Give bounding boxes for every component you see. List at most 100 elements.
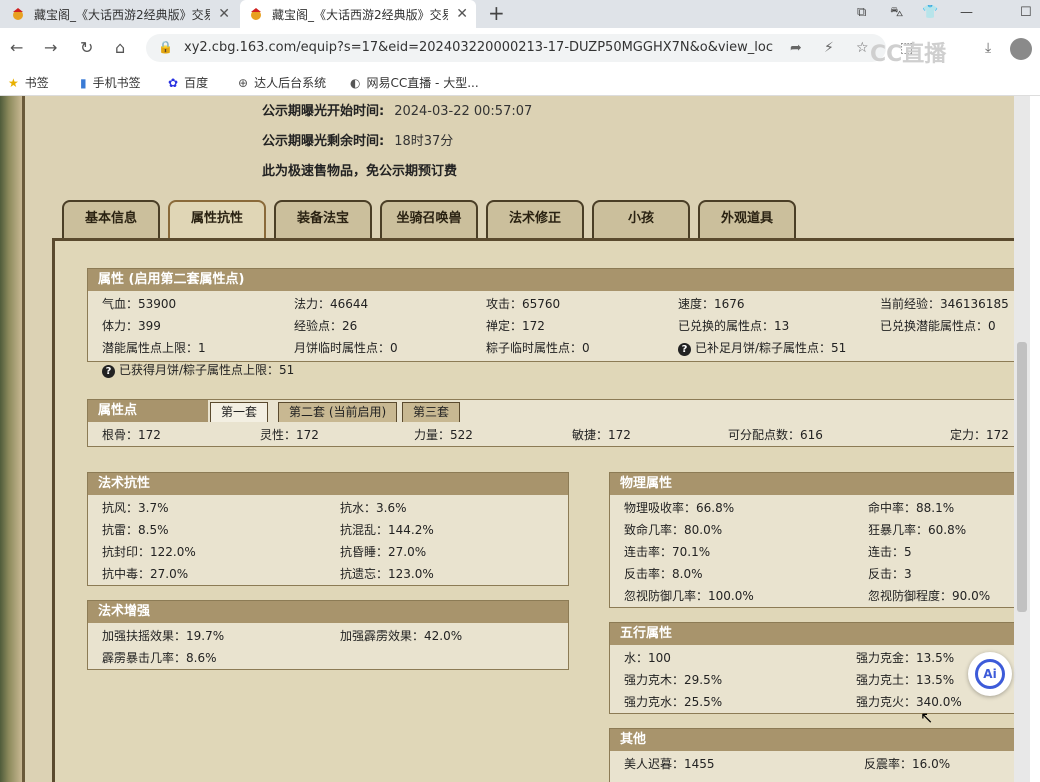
elements-section: 五行属性 水：100 强力克金：13.5% 强力克木：29.5% 强力克土：13.5… xyxy=(609,622,1017,714)
help-icon[interactable]: ? xyxy=(102,365,115,378)
tab-appearance[interactable]: 外观道具 xyxy=(698,200,796,238)
point-unallocated: 可分配点数：616 xyxy=(728,428,823,442)
physical-section: 物理属性 物理吸收率：66.8% 命中率：88.1% 致命几率：80.0% 狂暴几率… xyxy=(609,472,1017,608)
cc-icon: ◐ xyxy=(350,76,361,90)
point-agility: 敏捷：172 xyxy=(572,428,631,442)
bookmark-item[interactable]: ⊕ 达人后台系统 xyxy=(238,74,326,91)
spell-resist-section: 法术抗性 抗风：3.7% 抗水：3.6% 抗雷：8.5% 抗混乱：144.2% 抗封… xyxy=(87,472,569,586)
bookmark-item[interactable]: ◐ 网易CC直播 - 大型... xyxy=(350,74,479,91)
table-row: 连击率：70.1% 连击：5 xyxy=(624,545,912,559)
table-row: ? 已获得月饼/粽子属性点上限：51 xyxy=(88,357,1016,379)
tab-close-icon[interactable]: ✕ xyxy=(456,6,468,22)
star-icon: ★ xyxy=(8,76,19,90)
tab-spell-mods[interactable]: 法术修正 xyxy=(486,200,584,238)
tab-set-1[interactable]: 第一套 xyxy=(210,402,269,422)
other-section: 其他 美人迟暮：1455 反震率：16.0% xyxy=(609,728,1017,782)
stat-obtained-cap: ? 已获得月饼/粽子属性点上限：51 xyxy=(102,361,294,378)
stat-stamina: 体力：399 xyxy=(102,319,161,333)
lock-icon: 🔒 xyxy=(158,40,173,54)
url-input[interactable]: 🔒 xy2.cbg.163.com/equip?s=17&eid=2024032… xyxy=(146,34,886,62)
section-title: 属性 (启用第二套属性点) xyxy=(88,269,1016,291)
bookmark-star-icon[interactable]: ☆ xyxy=(856,40,869,56)
tab-title: 藏宝阁_《大话西游2经典版》交易 xyxy=(34,7,211,22)
table-row: 抗封印：122.0% 抗昏睡：27.0% xyxy=(102,545,427,559)
maximize-icon[interactable]: ☐ xyxy=(1020,5,1032,20)
profile-avatar[interactable] xyxy=(1010,38,1032,60)
lightning-icon[interactable]: ⚡ xyxy=(824,40,834,56)
browser-tab-strip: 藏宝阁_《大话西游2经典版》交易 ✕ 藏宝阁_《大话西游2经典版》交易 ✕ + … xyxy=(0,0,1040,28)
table-row: 强力克水：25.5% 强力克火：340.0% xyxy=(624,695,962,709)
share-icon[interactable]: ➦ xyxy=(790,40,802,56)
tab-set-2[interactable]: 第二套 (当前启用) xyxy=(278,402,398,422)
ai-assistant-button[interactable]: Ai xyxy=(968,652,1012,696)
exposure-remaining: 公示期曝光剩余时间: 18时37分 xyxy=(262,130,453,149)
tab-mounts-pets[interactable]: 坐骑召唤兽 xyxy=(380,200,478,238)
bookmark-item[interactable]: ★ 书签 xyxy=(8,74,49,91)
reload-icon[interactable]: ↻ xyxy=(80,38,93,57)
help-icon[interactable]: ? xyxy=(678,343,691,356)
baidu-paw-icon: ✿ xyxy=(168,76,179,90)
extension-car-icon[interactable]: ⛍ xyxy=(890,5,903,22)
scrollbar[interactable] xyxy=(1014,96,1030,782)
stat-speed: 速度：1676 xyxy=(678,297,745,311)
bookmarks-bar: ★ 书签 ▮ 手机书签 ✿ 百度 ⊕ 达人后台系统 ◐ 网易CC直播 - 大型... xyxy=(0,68,1040,96)
table-row: 抗风：3.7% 抗水：3.6% xyxy=(102,501,407,515)
tab-panel: 属性 (启用第二套属性点) 气血：53900 法力：46644 攻击：65760… xyxy=(52,238,1017,782)
exposure-remaining-label: 公示期曝光剩余时间: xyxy=(262,134,385,149)
exposure-remaining-value: 18时37分 xyxy=(394,134,454,149)
stat-exp: 当前经验：346136185 xyxy=(880,297,1009,311)
section-title: 法术增强 xyxy=(88,601,568,623)
cbg-favicon-icon xyxy=(13,8,23,20)
stat-filled-points: ? 已补足月饼/粽子属性点：51 xyxy=(678,339,846,356)
stat-hp: 气血：53900 xyxy=(102,297,177,311)
stat-attack: 攻击：65760 xyxy=(486,297,561,311)
tab-count-icon[interactable]: ⧉ xyxy=(857,5,866,20)
attribute-points-section: 属性点 第一套 第二套 (当前启用) 第三套 根骨：172 灵性：172 力量：… xyxy=(87,399,1017,447)
url-text: xy2.cbg.163.com/equip?s=17&eid=202403220… xyxy=(184,40,774,55)
stat-exchanged-potential: 已兑换潜能属性点：0 xyxy=(880,319,996,333)
tab-title: 藏宝阁_《大话西游2经典版》交易 xyxy=(272,7,449,22)
scrollbar-thumb[interactable] xyxy=(1017,342,1027,612)
bookmark-item[interactable]: ▮ 手机书签 xyxy=(80,74,141,91)
stat-zen: 禅定：172 xyxy=(486,319,545,333)
table-row: 水：100 强力克金：13.5% xyxy=(624,651,955,665)
section-title: 物理属性 xyxy=(610,473,1016,495)
tab-close-icon[interactable]: ✕ xyxy=(218,6,230,22)
table-row: 物理吸收率：66.8% 命中率：88.1% xyxy=(624,501,955,515)
stat-mooncake-temp: 月饼临时属性点：0 xyxy=(294,341,398,355)
browser-tab[interactable]: 藏宝阁_《大话西游2经典版》交易 ✕ xyxy=(2,0,238,28)
new-tab-button[interactable]: + xyxy=(488,3,505,23)
page-content: 公示期曝光开始时间: 2024-03-22 00:57:07 公示期曝光剩余时间:… xyxy=(0,96,1040,782)
minimize-icon[interactable]: — xyxy=(960,5,973,20)
tab-attributes-resist[interactable]: 属性抗性 xyxy=(168,200,266,238)
exposure-start-label: 公示期曝光开始时间: xyxy=(262,104,385,119)
home-icon[interactable]: ⌂ xyxy=(115,38,125,57)
page-edge xyxy=(1030,96,1040,782)
bookmark-item[interactable]: ✿ 百度 xyxy=(168,74,208,91)
table-row: 根骨：172 灵性：172 力量：522 敏捷：172 可分配点数：616 定力… xyxy=(88,422,1016,444)
tab-child[interactable]: 小孩 xyxy=(592,200,690,238)
exposure-start-value: 2024-03-22 00:57:07 xyxy=(394,104,533,119)
cc-watermark: CC直播 xyxy=(870,42,947,67)
spell-boost-section: 法术增强 加强扶摇效果：19.7% 加强霹雳效果：42.0% 霹雳暴击几率：8.6… xyxy=(87,600,569,670)
table-row: 体力：399 经验点：26 禅定：172 已兑换的属性点：13 已兑换潜能属性点… xyxy=(88,313,1016,335)
fast-sale-notice: 此为极速售物品，免公示期预订费 xyxy=(262,164,458,179)
download-icon[interactable]: ⤓ xyxy=(985,40,991,56)
point-spirit: 灵性：172 xyxy=(260,428,319,442)
phone-icon: ▮ xyxy=(80,76,87,90)
browser-tab-active[interactable]: 藏宝阁_《大话西游2经典版》交易 ✕ xyxy=(240,0,476,28)
stat-exp-points: 经验点：26 xyxy=(294,319,358,333)
shirt-icon[interactable]: 👕 xyxy=(922,5,938,20)
table-row: 加强扶摇效果：19.7% 加强霹雳效果：42.0% xyxy=(102,629,463,643)
point-strength: 力量：522 xyxy=(414,428,473,442)
back-icon[interactable]: ← xyxy=(10,38,23,57)
table-row: 气血：53900 法力：46644 攻击：65760 速度：1676 当前经验：… xyxy=(88,291,1016,313)
table-row: 潜能属性点上限：1 月饼临时属性点：0 粽子临时属性点：0 ? 已补足月饼/粽子属… xyxy=(88,335,1016,357)
point-constitution: 根骨：172 xyxy=(102,428,161,442)
stat-potential-cap: 潜能属性点上限：1 xyxy=(102,341,206,355)
tab-set-3[interactable]: 第三套 xyxy=(402,402,461,422)
tab-basic-info[interactable]: 基本信息 xyxy=(62,200,160,238)
stat-mana: 法力：46644 xyxy=(294,297,369,311)
tab-equipment[interactable]: 装备法宝 xyxy=(274,200,372,238)
forward-icon[interactable]: → xyxy=(44,38,57,57)
